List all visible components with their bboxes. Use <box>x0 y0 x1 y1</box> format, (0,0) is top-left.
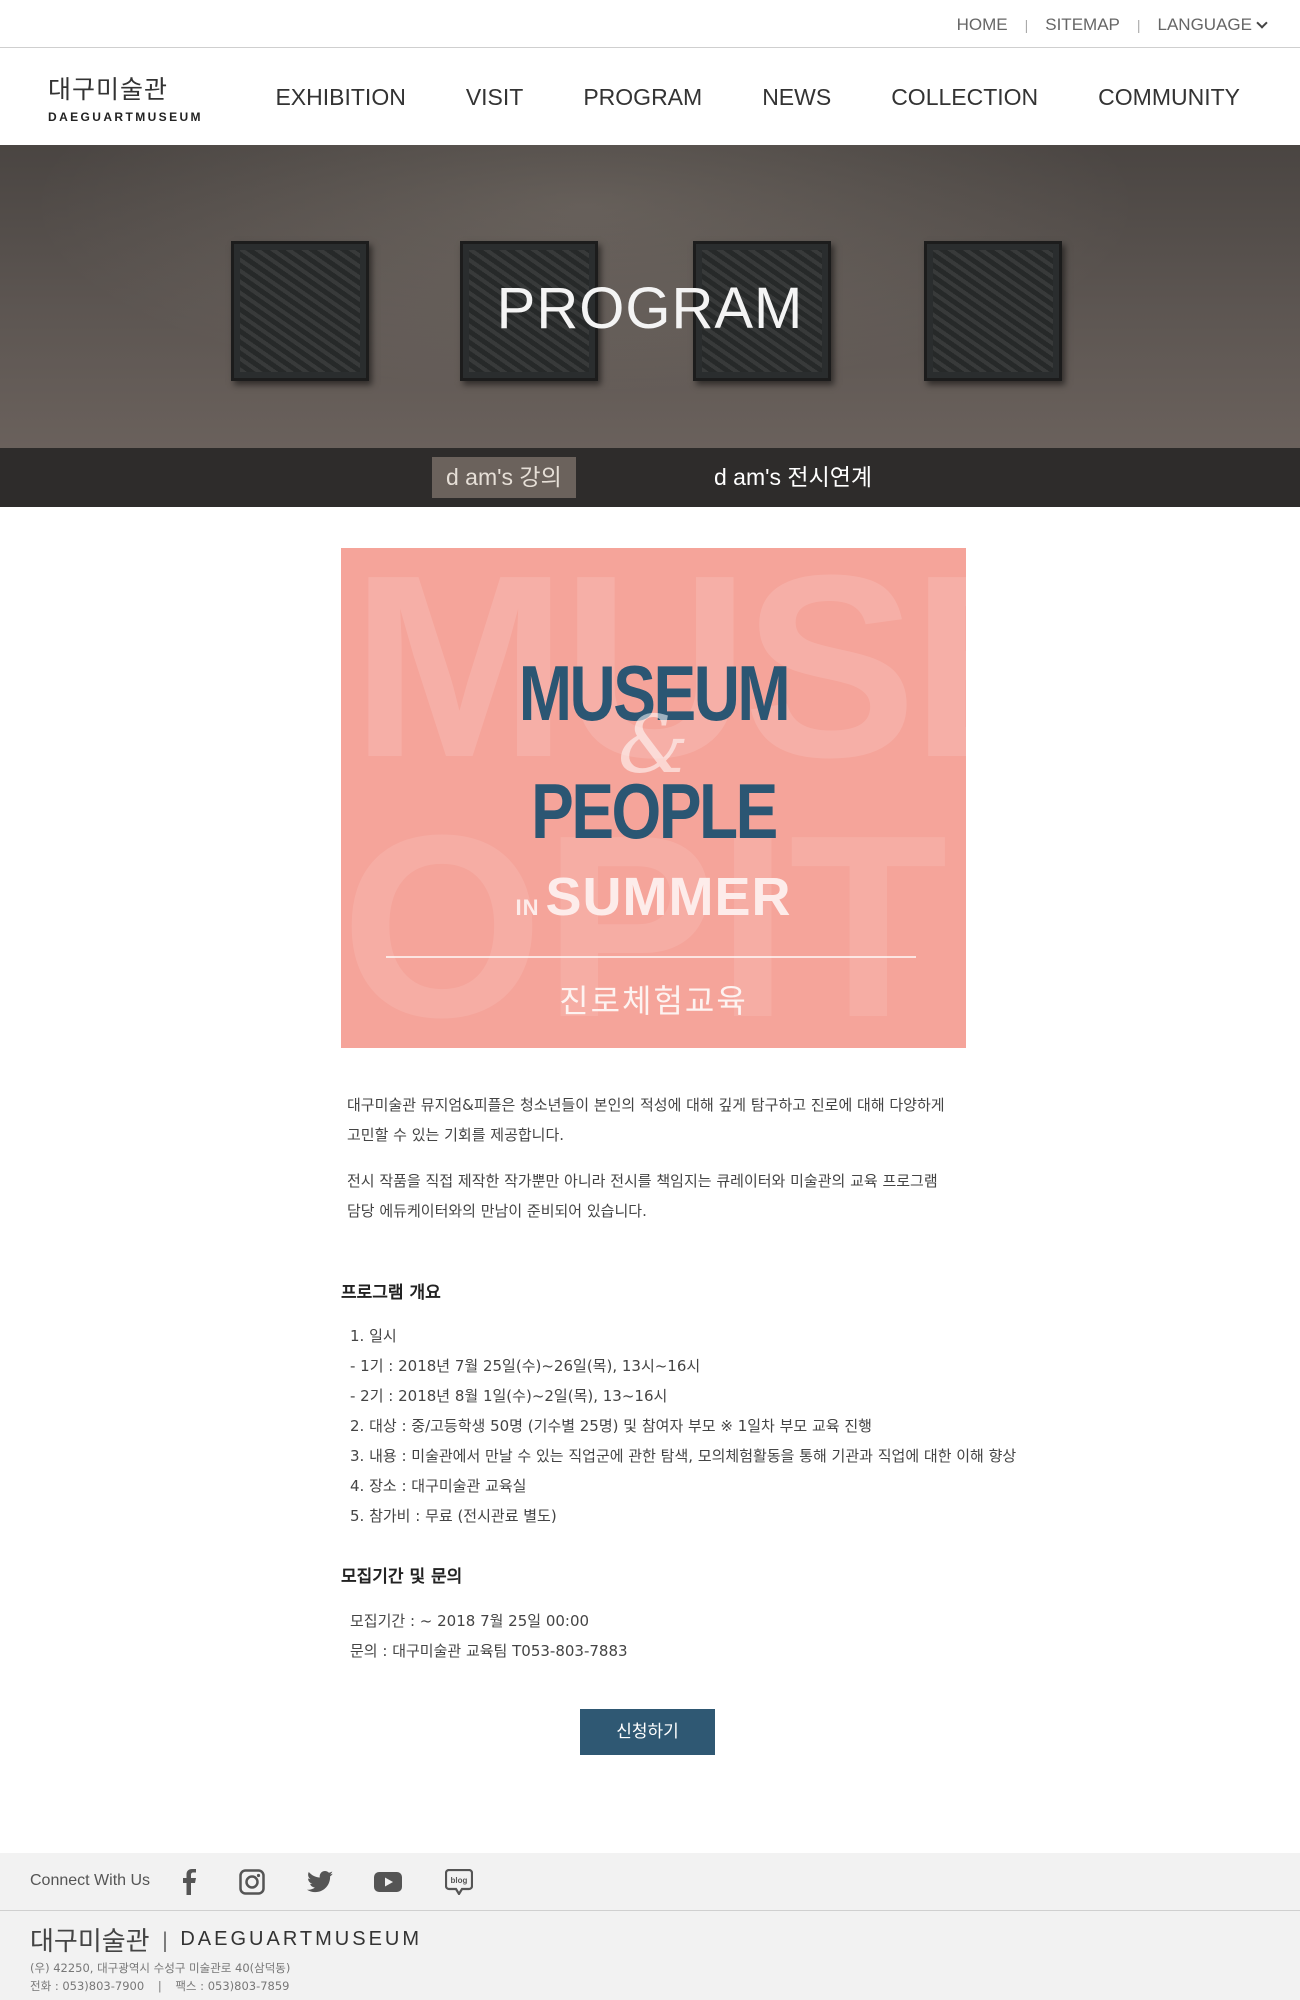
home-link[interactable]: HOME <box>957 15 1008 35</box>
intro-paragraph: 전시 작품을 직접 제작한 작가뿐만 아니라 전시를 책임지는 큐레이터와 미술… <box>347 1166 987 1226</box>
divider: | <box>157 1979 162 1993</box>
facebook-icon[interactable] <box>175 1869 203 1895</box>
language-selector[interactable]: LANGUAGE <box>1157 15 1268 35</box>
footer-social-bar: Connect With Us blog <box>0 1853 1300 1911</box>
youtube-icon[interactable] <box>374 1869 402 1895</box>
recruit-heading: 모집기간 및 문의 <box>341 1567 463 1587</box>
logo-english: DAEGUARTMUSEUM <box>48 110 203 124</box>
list-item: 1. 일시 <box>350 1327 397 1345</box>
logo-korean: 대구미술관 <box>48 75 169 104</box>
main-header: 대구미술관 DAEGUARTMUSEUM EXHIBITION VISIT PR… <box>0 48 1300 145</box>
tab-dams-lecture[interactable]: d am's 강의 <box>432 457 576 498</box>
list-item: 5. 참가비 : 무료 (전시관료 별도) <box>350 1507 557 1525</box>
chevron-down-icon <box>1256 16 1268 29</box>
list-item: - 1기 : 2018년 7월 25일(수)~26일(목), 13시~16시 <box>350 1357 701 1375</box>
nav-community[interactable]: COMMUNITY <box>1098 84 1240 111</box>
divider: | <box>161 1927 169 1952</box>
utility-links: HOME | SITEMAP | LANGUAGE <box>957 15 1268 35</box>
footer-logo-korean: 대구미술관 <box>30 1927 150 1957</box>
poster-in-summer: IN SUMMER <box>341 866 966 928</box>
divider: | <box>1024 17 1029 33</box>
list-item: 문의 : 대구미술관 교육팀 T053-803-7883 <box>350 1642 628 1660</box>
museum-logo[interactable]: 대구미술관 DAEGUARTMUSEUM <box>48 70 203 124</box>
utility-bar: HOME | SITEMAP | LANGUAGE <box>0 0 1300 48</box>
language-label: LANGUAGE <box>1157 15 1252 34</box>
nav-visit[interactable]: VISIT <box>466 84 524 111</box>
svg-text:blog: blog <box>451 1876 468 1885</box>
program-poster: MUSEU OPIT MUSEUM & PEOPLE INSUMMER 진로체험… <box>341 548 966 1048</box>
blog-icon[interactable]: blog <box>445 1869 473 1895</box>
intro-paragraph: 대구미술관 뮤지엄&피플은 청소년들이 본인의 적성에 대해 깊게 탐구하고 진… <box>347 1090 987 1150</box>
poster-in: IN <box>515 895 540 920</box>
instagram-icon[interactable] <box>238 1869 266 1895</box>
poster-subtitle: 진로체험교육 <box>559 982 748 1020</box>
connect-label: Connect With Us <box>30 1872 151 1889</box>
nav-program[interactable]: PROGRAM <box>583 84 702 111</box>
overview-heading: 프로그램 개요 <box>341 1283 441 1303</box>
list-item: 모집기간 : ~ 2018 7월 25일 00:00 <box>350 1612 590 1630</box>
overview-list: 1. 일시 - 1기 : 2018년 7월 25일(수)~26일(목), 13시… <box>350 1321 1016 1531</box>
footer-info: 대구미술관 | DAEGUARTMUSEUM (우) 42250, 대구광역시 … <box>0 1911 1300 2000</box>
intro-line: 담당 에듀케이터와의 만남이 준비되어 있습니다. <box>347 1202 647 1220</box>
tab-dams-exhibition-link[interactable]: d am's 전시연계 <box>700 457 886 498</box>
nav-collection[interactable]: COLLECTION <box>891 84 1038 111</box>
list-item: 2. 대상 : 중/고등학생 50명 (기수별 25명) 및 참여자 부모 ※ … <box>350 1417 872 1435</box>
program-intro: 대구미술관 뮤지엄&피플은 청소년들이 본인의 적성에 대해 깊게 탐구하고 진… <box>347 1090 987 1242</box>
footer-logo-english: DAEGUARTMUSEUM <box>180 1928 423 1950</box>
list-item: - 2기 : 2018년 8월 1일(수)~2일(목), 13~16시 <box>350 1387 668 1405</box>
poster-divider <box>386 956 916 958</box>
footer-fax: 팩스 : 053)803-7859 <box>175 1979 290 1993</box>
nav-news[interactable]: NEWS <box>762 84 831 111</box>
sub-nav: d am's 강의 d am's 전시연계 <box>0 448 1300 507</box>
footer-address: (우) 42250, 대구광역시 수성구 미술관로 40(삼덕동) <box>30 1961 291 1975</box>
intro-line: 고민할 수 있는 기회를 제공합니다. <box>347 1126 565 1144</box>
recruit-list: 모집기간 : ~ 2018 7월 25일 00:00 문의 : 대구미술관 교육… <box>350 1606 628 1666</box>
poster-title-people: PEOPLE <box>531 767 778 855</box>
footer-contacts: 전화 : 053)803-7900 | 팩스 : 053)803-7859 <box>30 1977 290 1995</box>
list-item: 3. 내용 : 미술관에서 만날 수 있는 직업군에 관한 탐색, 모의체험활동… <box>350 1447 1017 1465</box>
footer-address-block: (우) 42250, 대구광역시 수성구 미술관로 40(삼덕동) 전화 : 0… <box>30 1959 290 1995</box>
divider: | <box>1136 17 1141 33</box>
intro-line: 대구미술관 뮤지엄&피플은 청소년들이 본인의 적성에 대해 깊게 탐구하고 진… <box>347 1096 945 1114</box>
main-nav: EXHIBITION VISIT PROGRAM NEWS COLLECTION… <box>275 84 1240 111</box>
footer-phone: 전화 : 053)803-7900 <box>30 1979 145 1993</box>
footer-logo[interactable]: 대구미술관 | DAEGUARTMUSEUM <box>30 1921 422 1958</box>
page-title: PROGRAM <box>496 276 804 341</box>
hero-banner: PROGRAM <box>0 145 1300 448</box>
sitemap-link[interactable]: SITEMAP <box>1045 15 1120 35</box>
twitter-icon[interactable] <box>306 1869 334 1895</box>
list-item: 4. 장소 : 대구미술관 교육실 <box>350 1477 527 1495</box>
intro-line: 전시 작품을 직접 제작한 작가뿐만 아니라 전시를 책임지는 큐레이터와 미술… <box>347 1172 938 1190</box>
apply-button[interactable]: 신청하기 <box>580 1709 715 1755</box>
poster-summer: SUMMER <box>545 867 792 927</box>
nav-exhibition[interactable]: EXHIBITION <box>275 84 405 111</box>
